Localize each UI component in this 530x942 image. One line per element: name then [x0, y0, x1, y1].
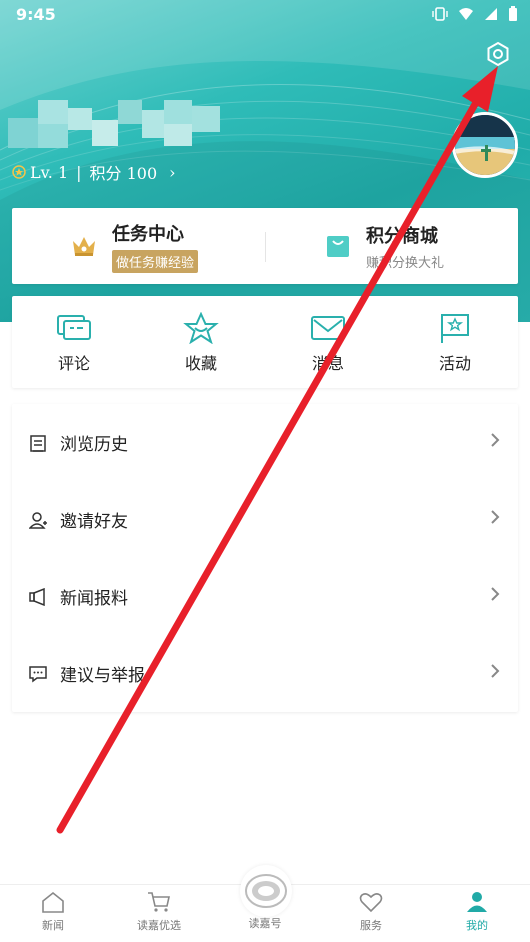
nav-label: 读嘉优选: [137, 919, 181, 932]
gear-icon: [487, 41, 509, 67]
level-text: Lv. 1: [30, 162, 69, 182]
quick-actions-card: 评论 收藏 消息 活动: [12, 296, 518, 388]
shopping-bag-icon: [327, 236, 349, 257]
menu-item-label: 邀请好友: [60, 512, 128, 532]
menu-list-card: 浏览历史 邀请好友 新闻报料 建议与举报: [12, 404, 518, 712]
menu-item-label: 浏览历史: [60, 435, 128, 455]
heart-icon: [359, 893, 383, 913]
chevron-right-icon: [491, 510, 500, 524]
menu-item-invite[interactable]: 邀请好友: [12, 481, 518, 558]
task-mall-card: 任务中心 做任务赚经验 积分商城 赚积分换大礼: [12, 208, 518, 284]
level-star-icon: [12, 165, 26, 179]
nav-item-mine[interactable]: 我的: [437, 891, 517, 933]
quick-action-label: 活动: [438, 354, 471, 373]
chevron-right-icon: [491, 664, 500, 678]
feedback-icon: [29, 665, 47, 682]
battery-icon: [509, 6, 517, 21]
news-tip-icon: [29, 587, 45, 606]
chevron-right-icon: [491, 433, 500, 447]
nav-label: 我的: [466, 919, 488, 932]
dujia-logo-icon: [245, 874, 287, 908]
menu-item-label: 新闻报料: [60, 589, 128, 609]
nav-label: 读嘉号: [248, 917, 282, 930]
task-center-title: 任务中心: [112, 223, 184, 245]
chevron-right-icon: [491, 587, 500, 601]
invite-user-icon: [29, 511, 47, 529]
task-center-subtitle: 做任务赚经验: [112, 249, 199, 273]
menu-item-news-tip[interactable]: 新闻报料: [12, 558, 518, 635]
nav-label: 服务: [360, 919, 382, 932]
task-divider: [265, 232, 266, 262]
quick-action-label: 消息: [311, 354, 344, 373]
status-time: 9:45: [16, 5, 56, 24]
avatar-image: [455, 115, 515, 175]
quick-action-messages[interactable]: 消息: [288, 312, 368, 374]
points-mall-title: 积分商城: [366, 225, 438, 247]
comment-icon: [57, 315, 91, 340]
vibrate-icon: [432, 7, 448, 21]
history-icon: [30, 434, 46, 452]
bottom-nav: 新闻 读嘉优选 读嘉号 服务 我的: [0, 865, 530, 942]
level-separator: |: [76, 162, 82, 182]
points-mall-subtitle: 赚积分换大礼: [366, 255, 445, 271]
status-bar: 9:45: [0, 0, 530, 30]
quick-action-favorite[interactable]: 收藏: [161, 312, 241, 374]
level-points-row[interactable]: Lv. 1 | 积分 100 ›: [12, 160, 176, 184]
star-icon: [183, 312, 219, 344]
quick-action-events[interactable]: 活动: [415, 312, 495, 374]
cart-icon: [148, 892, 170, 912]
nav-center-logo[interactable]: [240, 865, 292, 917]
quick-action-comment[interactable]: 评论: [34, 312, 114, 374]
nav-label: 新闻: [42, 919, 64, 932]
mail-icon: [311, 316, 345, 340]
quick-action-label: 收藏: [184, 354, 217, 373]
settings-button[interactable]: [484, 40, 512, 68]
username-pixelated: [8, 100, 228, 148]
signal-icon: [485, 8, 497, 20]
crown-icon: [73, 237, 95, 256]
points-text: 积分 100: [89, 164, 158, 183]
menu-item-label: 建议与举报: [60, 666, 145, 686]
chevron-right-icon: ›: [169, 162, 176, 182]
home-icon: [42, 891, 64, 913]
nav-item-services[interactable]: 服务: [331, 891, 411, 933]
nav-item-dujia-account[interactable]: 读嘉号: [225, 911, 305, 931]
wifi-icon: [459, 8, 473, 20]
task-center-button[interactable]: 任务中心 做任务赚经验: [70, 208, 199, 284]
nav-item-dujia-select[interactable]: 读嘉优选: [119, 891, 199, 933]
quick-action-label: 评论: [57, 354, 90, 373]
menu-item-history[interactable]: 浏览历史: [12, 404, 518, 481]
user-icon: [467, 892, 487, 912]
status-icons: [432, 6, 518, 22]
avatar[interactable]: [452, 112, 518, 178]
menu-item-feedback[interactable]: 建议与举报: [12, 635, 518, 712]
nav-item-news[interactable]: 新闻: [13, 891, 93, 933]
flag-icon: [441, 314, 469, 343]
points-mall-button[interactable]: 积分商城 赚积分换大礼: [324, 208, 444, 284]
